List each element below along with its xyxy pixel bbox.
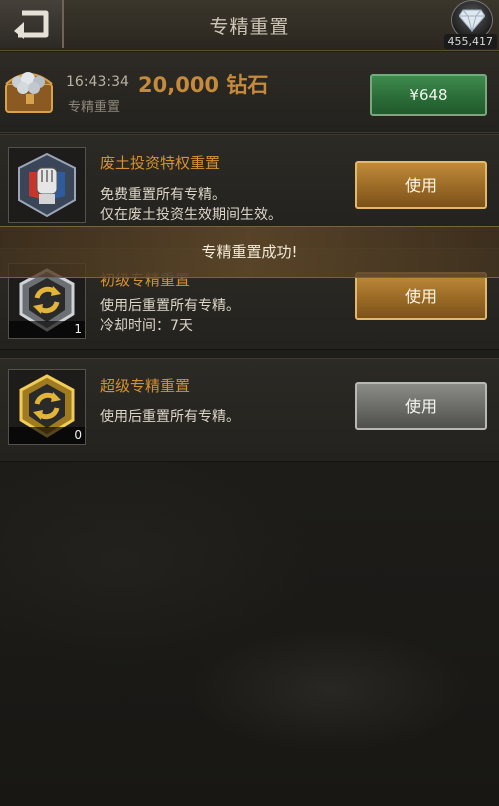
buy-button[interactable]: ¥648: [370, 74, 487, 116]
success-toast: 专精重置成功!: [0, 226, 499, 278]
use-button[interactable]: 使用: [355, 272, 487, 320]
item-count: 0: [9, 427, 85, 444]
item-icon-frame: 0: [8, 369, 86, 445]
diamond-balance[interactable]: 455,417: [439, 0, 499, 50]
item-desc-line2: 仅在废土投资生效期间生效。: [100, 207, 282, 223]
item-desc-line1: 使用后重置所有专精。: [100, 298, 240, 314]
item-title: 超级专精重置: [100, 377, 191, 395]
offer-amount: 20,000 钻石: [138, 73, 269, 97]
diamond-amount: 455,417: [443, 34, 497, 49]
list-item: 废土投资特权重置 免费重置所有专精。 仅在废土投资生效期间生效。 使用: [0, 134, 499, 232]
top-bar: 专精重置 455,417: [0, 0, 499, 51]
use-button[interactable]: 使用: [355, 382, 487, 430]
item-icon-frame: [8, 147, 86, 223]
item-count: 1: [9, 321, 85, 338]
offer-timer: 16:43:34: [66, 74, 129, 90]
diamond-offer: 16:43:34 20,000 钻石 专精重置 ¥648: [0, 52, 499, 182]
item-desc-line2: 冷却时间：7天: [100, 318, 193, 334]
item-desc-line1: 使用后重置所有专精。: [100, 409, 240, 425]
use-button[interactable]: 使用: [355, 161, 487, 209]
item-desc-line1: 免费重置所有专精。: [100, 187, 226, 203]
offer-subtitle: 专精重置: [68, 100, 121, 115]
list-item: 0 超级专精重置 使用后重置所有专精。 使用: [0, 358, 499, 462]
treasure-chest-icon: [2, 58, 58, 116]
fist-emblem-icon: [18, 152, 76, 218]
page-title: 专精重置: [209, 16, 290, 38]
item-title: 废土投资特权重置: [100, 154, 221, 172]
